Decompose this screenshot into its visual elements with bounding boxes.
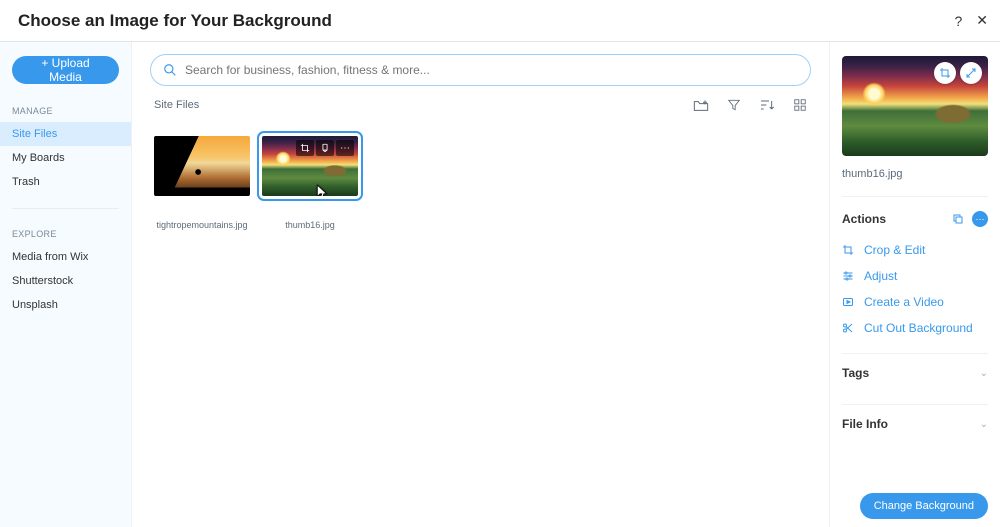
sidebar-item-shutterstock[interactable]: Shutterstock	[0, 269, 131, 293]
action-adjust[interactable]: Adjust	[842, 263, 988, 289]
sidebar-divider	[12, 208, 119, 209]
chevron-down-icon: ⌄	[980, 368, 988, 379]
close-icon[interactable]: ✕	[976, 12, 988, 29]
help-icon[interactable]: ?	[954, 13, 962, 29]
file-thumbnail: ⋯	[262, 136, 358, 196]
detail-section-file-info[interactable]: File Info ⌄	[842, 404, 988, 443]
action-crop-edit[interactable]: Crop & Edit	[842, 237, 988, 263]
sidebar-item-media-from-wix[interactable]: Media from Wix	[0, 245, 131, 269]
thumb-crop-icon[interactable]	[296, 140, 314, 156]
search-input[interactable]	[185, 63, 798, 77]
sidebar-item-trash[interactable]: Trash	[0, 170, 131, 194]
dialog-header: Choose an Image for Your Background ? ✕	[0, 0, 1000, 42]
sidebar-item-my-boards[interactable]: My Boards	[0, 146, 131, 170]
preview-crop-icon[interactable]	[934, 62, 956, 84]
sidebar: + Upload Media MANAGE Site Files My Boar…	[0, 42, 132, 527]
video-icon	[842, 296, 856, 308]
search-field[interactable]	[150, 54, 811, 86]
section-title: File Info	[842, 417, 888, 431]
file-thumbnail	[154, 136, 250, 196]
file-name-label: tightropemountains.jpg	[156, 220, 247, 230]
action-create-video[interactable]: Create a Video	[842, 289, 988, 315]
detail-actions-title: Actions	[842, 212, 886, 226]
scissors-icon	[842, 322, 856, 334]
file-grid: tightropemountains.jpg ⋯	[132, 122, 829, 244]
sidebar-item-site-files[interactable]: Site Files	[0, 122, 131, 146]
sliders-icon	[842, 270, 856, 282]
sort-icon[interactable]	[759, 98, 775, 112]
file-card[interactable]: ⋯ thumb16.jpg	[262, 136, 358, 230]
detail-section-tags[interactable]: Tags ⌄	[842, 353, 988, 392]
dialog-title: Choose an Image for Your Background	[18, 11, 332, 31]
change-background-button[interactable]: Change Background	[860, 493, 988, 519]
grid-view-icon[interactable]	[793, 98, 807, 112]
file-name-label: thumb16.jpg	[285, 220, 335, 230]
sidebar-item-unsplash[interactable]: Unsplash	[0, 293, 131, 317]
detail-panel: thumb16.jpg Actions ⋯ Crop & Edit Adjust…	[830, 42, 1000, 527]
preview-expand-icon[interactable]	[960, 62, 982, 84]
new-folder-icon[interactable]	[693, 98, 709, 112]
cursor-pointer-icon	[312, 184, 328, 196]
detail-file-name: thumb16.jpg	[842, 168, 988, 180]
breadcrumb[interactable]: Site Files	[154, 99, 199, 111]
sidebar-section-manage: MANAGE	[0, 106, 131, 122]
upload-media-button[interactable]: + Upload Media	[12, 56, 119, 84]
action-cut-out-background[interactable]: Cut Out Background	[842, 315, 988, 341]
main-panel: Site Files tightropemountains.jpg	[132, 42, 830, 527]
thumb-tag-icon[interactable]	[316, 140, 334, 156]
more-actions-icon[interactable]: ⋯	[972, 211, 988, 227]
sidebar-section-explore: EXPLORE	[0, 229, 131, 245]
search-icon	[163, 63, 177, 77]
filter-icon[interactable]	[727, 98, 741, 112]
action-label: Adjust	[864, 269, 897, 283]
action-label: Create a Video	[864, 295, 944, 309]
copy-icon[interactable]	[952, 213, 964, 225]
section-title: Tags	[842, 366, 869, 380]
action-label: Cut Out Background	[864, 321, 973, 335]
file-card[interactable]: tightropemountains.jpg	[154, 136, 250, 230]
action-label: Crop & Edit	[864, 243, 925, 257]
thumb-more-icon[interactable]: ⋯	[336, 140, 354, 156]
chevron-down-icon: ⌄	[980, 419, 988, 430]
crop-icon	[842, 244, 856, 256]
